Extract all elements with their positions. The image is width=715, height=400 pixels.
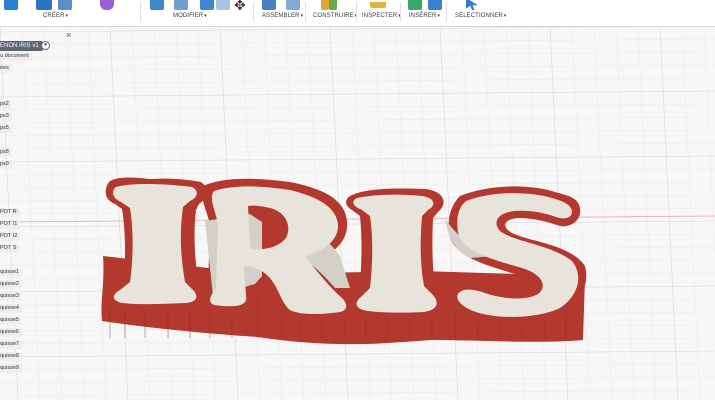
browser-item[interactable]: POT S xyxy=(0,244,20,253)
select-menu[interactable]: SÉLECTIONNER▾ xyxy=(455,13,507,19)
move-icon[interactable]: ✥ xyxy=(234,0,246,14)
iris-model[interactable] xyxy=(0,26,715,400)
create-menu-label: CRÉER xyxy=(43,13,65,19)
assemble-menu[interactable]: ASSEMBLER▾ xyxy=(262,13,303,19)
browser-item[interactable]: quisse4 xyxy=(0,304,22,313)
insert-menu-label: INSÉRER xyxy=(409,13,437,19)
browser-item[interactable]: u document xyxy=(0,52,32,61)
chevron-down-icon: ▾ xyxy=(65,13,69,19)
toolbar-divider xyxy=(400,2,401,22)
fillet-icon[interactable] xyxy=(216,0,230,10)
toolbar-divider xyxy=(356,2,357,22)
construct-menu-label: CONSTRUIRE xyxy=(313,13,354,19)
insert-derive-icon[interactable] xyxy=(408,0,422,10)
select-menu-label: SÉLECTIONNER xyxy=(455,13,503,19)
browser-item[interactable]: ps8 xyxy=(0,148,12,157)
browser-item[interactable]: POT R xyxy=(0,208,20,217)
chevron-down-icon: ▾ xyxy=(204,13,207,19)
browser-item[interactable]: quisse1 xyxy=(0,268,22,277)
new-component-icon[interactable] xyxy=(262,0,276,10)
browser-item[interactable]: ps3 xyxy=(0,112,12,121)
browser-item[interactable]: quisse9 xyxy=(0,364,22,373)
browser-item[interactable]: quisse2 xyxy=(0,280,22,289)
insert-menu[interactable]: INSÉRER▾ xyxy=(409,13,440,19)
chamfer-icon[interactable] xyxy=(200,0,214,10)
browser-item[interactable]: ées xyxy=(0,64,12,73)
joint-icon[interactable] xyxy=(286,0,300,10)
form-icon[interactable] xyxy=(100,0,114,10)
browser-item[interactable]: quisse6 xyxy=(0,328,22,337)
browser-item[interactable]: ps9 xyxy=(0,160,12,169)
toolbar-divider xyxy=(140,2,141,22)
construct-menu[interactable]: CONSTRUIRE▾ xyxy=(313,13,357,19)
browser-item[interactable]: ps5 xyxy=(0,124,12,133)
create-menu[interactable]: CRÉER▾ xyxy=(43,13,68,19)
sketch-icon[interactable] xyxy=(4,0,18,10)
measure-icon[interactable] xyxy=(370,2,386,8)
3d-viewport[interactable] xyxy=(0,26,715,400)
press-pull-icon[interactable] xyxy=(150,0,164,10)
extrude-icon[interactable] xyxy=(36,0,52,10)
select-icon[interactable] xyxy=(466,0,478,10)
root-node-label: ENON IRIS v1 xyxy=(0,43,39,49)
browser-item[interactable]: quisse8 xyxy=(0,352,22,361)
activate-radio-icon[interactable]: ● xyxy=(41,41,50,50)
close-icon[interactable]: × xyxy=(66,30,71,40)
fillet-icon[interactable] xyxy=(174,0,188,10)
toolbar: ✥ CRÉER▾ MODIFIER▾ ASSEMBLER▾ CONSTRUIRE… xyxy=(0,0,715,27)
modify-menu[interactable]: MODIFIER▾ xyxy=(173,13,207,19)
browser-item[interactable]: quisse7 xyxy=(0,340,22,349)
assemble-menu-label: ASSEMBLER xyxy=(262,13,300,19)
chevron-down-icon: ▾ xyxy=(503,13,507,19)
browser-item[interactable]: POT I1 xyxy=(0,220,21,229)
chevron-down-icon: ▾ xyxy=(300,13,304,19)
toolbar-divider xyxy=(446,2,447,22)
browser-item[interactable]: quisse3 xyxy=(0,292,22,301)
modify-menu-label: MODIFIER xyxy=(173,13,204,19)
inspect-menu[interactable]: INSPECTER▾ xyxy=(362,13,401,19)
browser-root-node[interactable]: ENON IRIS v1 xyxy=(0,41,43,51)
revolve-icon[interactable] xyxy=(58,0,72,10)
chevron-down-icon: ▾ xyxy=(437,13,440,19)
toolbar-divider xyxy=(253,2,254,22)
offset-plane-icon[interactable] xyxy=(321,0,329,10)
browser-item[interactable]: quisse5 xyxy=(0,316,22,325)
inspect-menu-label: INSPECTER xyxy=(362,13,398,19)
browser-item[interactable]: ps2 xyxy=(0,100,12,109)
insert-image-icon[interactable] xyxy=(428,0,442,10)
axis-icon[interactable] xyxy=(329,0,337,10)
browser-item[interactable]: POT I2 xyxy=(0,232,21,241)
toolbar-divider xyxy=(305,2,306,22)
